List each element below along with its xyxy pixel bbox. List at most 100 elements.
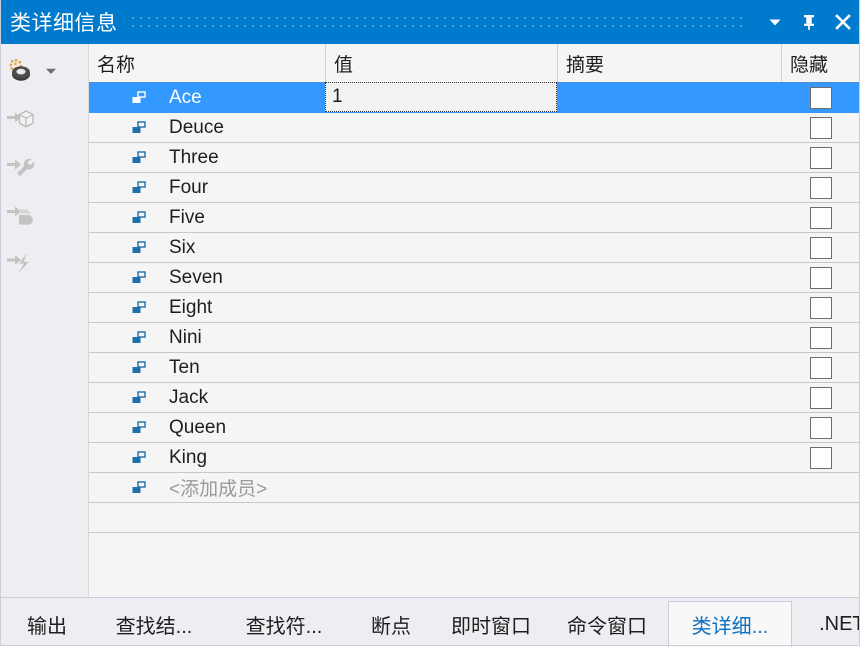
member-summary[interactable] [557, 83, 781, 112]
member-summary[interactable] [557, 233, 781, 262]
close-icon[interactable] [826, 0, 860, 44]
grid-body[interactable]: Ace 1 Deuce Three Four Five Six Seven Eight Nini T… [89, 82, 860, 503]
table-row[interactable]: Eight [89, 293, 860, 323]
member-value[interactable] [325, 323, 557, 352]
column-header-name[interactable]: 名称 [89, 44, 325, 82]
member-value[interactable] [325, 203, 557, 232]
member-value[interactable] [325, 413, 557, 442]
member-name[interactable]: King [169, 443, 325, 472]
hidden-checkbox[interactable] [810, 416, 832, 439]
member-summary[interactable] [557, 323, 781, 352]
column-header-summary[interactable]: 摘要 [557, 44, 781, 82]
hidden-checkbox[interactable] [810, 296, 832, 319]
member-value[interactable] [325, 143, 557, 172]
member-summary[interactable] [557, 203, 781, 232]
member-name[interactable]: Deuce [169, 113, 325, 142]
value-edit-input[interactable]: 1 [325, 82, 557, 112]
table-row[interactable]: Jack [89, 383, 860, 413]
member-name[interactable]: Ten [169, 353, 325, 382]
table-row[interactable]: Queen [89, 413, 860, 443]
bottom-tab[interactable]: 断点 [352, 602, 430, 646]
hidden-checkbox[interactable] [810, 236, 832, 259]
column-header-hidden[interactable]: 隐藏 [781, 44, 860, 82]
member-name[interactable]: Queen [169, 413, 325, 442]
member-value[interactable] [325, 263, 557, 292]
add-member-placeholder[interactable]: <添加成员> [169, 473, 325, 502]
member-value[interactable] [325, 443, 557, 472]
hidden-checkbox-cell[interactable] [781, 203, 860, 232]
member-name[interactable]: Five [169, 203, 325, 232]
member-summary[interactable] [557, 383, 781, 412]
member-name[interactable]: Four [169, 173, 325, 202]
hidden-checkbox-cell[interactable] [781, 263, 860, 292]
table-row[interactable]: Five [89, 203, 860, 233]
member-summary[interactable] [557, 113, 781, 142]
table-row[interactable]: Ten [89, 353, 860, 383]
member-value[interactable] [325, 353, 557, 382]
member-summary[interactable] [557, 443, 781, 472]
hidden-checkbox-cell[interactable] [781, 443, 860, 472]
bottom-tab[interactable]: 查找符... [222, 602, 346, 646]
hidden-checkbox-cell[interactable] [781, 233, 860, 262]
hidden-checkbox[interactable] [810, 86, 832, 109]
hidden-checkbox-cell[interactable] [781, 323, 860, 352]
window-title-bar[interactable]: 类详细信息 [0, 0, 860, 44]
table-row[interactable]: Ace 1 [89, 82, 860, 113]
hidden-checkbox-cell[interactable] [781, 383, 860, 412]
hidden-checkbox-cell[interactable] [781, 113, 860, 142]
table-row[interactable]: Four [89, 173, 860, 203]
bottom-tab-active[interactable]: 类详细... [668, 601, 792, 647]
hidden-checkbox[interactable] [810, 116, 832, 139]
hidden-checkbox[interactable] [810, 356, 832, 379]
member-name[interactable]: Jack [169, 383, 325, 412]
hidden-checkbox[interactable] [810, 176, 832, 199]
chevron-down-icon[interactable] [758, 0, 792, 44]
hidden-checkbox-cell[interactable] [781, 143, 860, 172]
member-name[interactable]: Seven [169, 263, 325, 292]
bottom-tab[interactable]: 查找结... [92, 602, 216, 646]
member-summary[interactable] [557, 173, 781, 202]
hidden-checkbox[interactable] [810, 206, 832, 229]
hidden-checkbox-cell[interactable] [781, 293, 860, 322]
member-value[interactable] [325, 173, 557, 202]
member-name[interactable]: Three [169, 143, 325, 172]
hidden-checkbox[interactable] [810, 326, 832, 349]
member-summary[interactable] [557, 473, 781, 502]
hidden-checkbox[interactable] [810, 386, 832, 409]
table-row[interactable]: Seven [89, 263, 860, 293]
table-row[interactable]: Deuce [89, 113, 860, 143]
member-name[interactable]: Nini [169, 323, 325, 352]
bottom-tab[interactable]: 即时窗口 [436, 602, 546, 646]
hidden-checkbox-cell[interactable] [781, 353, 860, 382]
hidden-checkbox[interactable] [810, 146, 832, 169]
member-summary[interactable] [557, 293, 781, 322]
member-value[interactable] [325, 473, 557, 502]
hidden-checkbox-cell[interactable] [781, 83, 860, 112]
member-name[interactable]: Six [169, 233, 325, 262]
title-bar-grip[interactable] [131, 15, 744, 29]
toolbar-item-add-class[interactable] [0, 54, 88, 88]
member-summary[interactable] [557, 143, 781, 172]
table-row[interactable]: Three [89, 143, 860, 173]
bottom-tab[interactable]: .NET R... [798, 602, 860, 646]
member-name[interactable]: Eight [169, 293, 325, 322]
member-value[interactable] [325, 293, 557, 322]
column-header-value[interactable]: 值 [325, 44, 557, 82]
members-grid[interactable]: 名称值摘要 隐藏 Ace 1 Deuce Three Four Five Six Seven Ei… [88, 44, 860, 597]
pin-icon[interactable] [792, 0, 826, 44]
member-value[interactable] [325, 233, 557, 262]
member-name[interactable]: Ace [169, 83, 325, 112]
add-class-icon[interactable] [0, 54, 40, 88]
hidden-checkbox-cell[interactable] [781, 413, 860, 442]
member-summary[interactable] [557, 263, 781, 292]
member-value[interactable] [325, 113, 557, 142]
bottom-tab-bar[interactable]: 输出查找结...查找符...断点即时窗口命令窗口类详细....NET R... [0, 597, 860, 647]
bottom-tab[interactable]: 命令窗口 [552, 602, 662, 646]
member-summary[interactable] [557, 353, 781, 382]
table-row[interactable]: King [89, 443, 860, 473]
table-row[interactable]: Six [89, 233, 860, 263]
hidden-checkbox[interactable] [810, 266, 832, 289]
table-row[interactable]: <添加成员> [89, 473, 860, 503]
member-value[interactable] [325, 383, 557, 412]
table-row[interactable]: Nini [89, 323, 860, 353]
